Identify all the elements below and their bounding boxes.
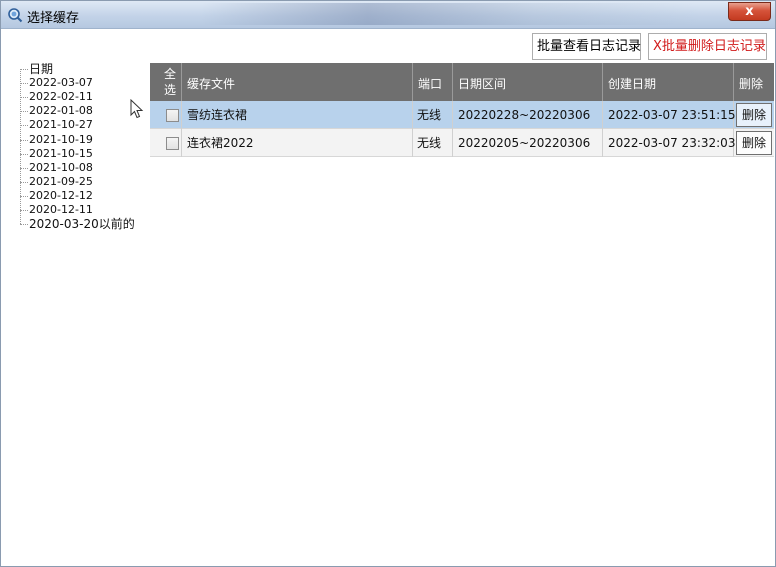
file-header-label: 缓存文件 <box>187 77 236 91</box>
tree-item[interactable]: 2020-12-12 <box>16 189 146 203</box>
date-tree: 日期 2022-03-07 2022-02-11 2022-01-08 2021… <box>16 62 146 232</box>
tree-item-label: 2022-02-11 <box>29 90 93 104</box>
range-cell: 20220228~20220306 <box>453 101 603 129</box>
table-row[interactable]: 连衣裙2022 无线 20220205~20220306 2022-03-07 … <box>150 129 774 157</box>
title-bar-background <box>201 3 701 25</box>
tree-branch <box>20 111 28 113</box>
row-check-cell <box>157 101 182 129</box>
batch-view-log-button[interactable]: 批量查看日志记录 <box>532 33 641 60</box>
tree-branch <box>20 97 28 99</box>
magnifier-icon <box>8 8 23 23</box>
range-column-header[interactable]: 日期区间 <box>453 63 603 101</box>
tree-item[interactable]: 2021-10-15 <box>16 147 146 161</box>
tree-item-label: 2020-12-11 <box>29 203 93 217</box>
title-bar[interactable]: 选择缓存 x <box>1 1 775 29</box>
tree-item-label: 2020-12-12 <box>29 189 93 203</box>
tree-item-label: 2020-03-20以前的 <box>29 217 135 232</box>
tree-item[interactable]: 2020-12-11 <box>16 203 146 217</box>
row-checkbox[interactable] <box>166 137 179 150</box>
tree-item-label: 2021-09-25 <box>29 174 93 188</box>
port-header-label: 端口 <box>418 77 443 91</box>
tree-branch <box>20 196 28 198</box>
tree-item[interactable]: 2022-02-11 <box>16 90 146 104</box>
tree-branch <box>20 139 28 141</box>
tree-item[interactable]: 2021-10-19 <box>16 133 146 147</box>
close-icon: x <box>745 4 754 19</box>
batch-delete-log-button[interactable]: X批量删除日志记录 <box>648 33 767 60</box>
tree-item[interactable]: 2022-03-07 <box>16 76 146 90</box>
row-delete-button[interactable]: 删除 <box>736 131 772 155</box>
tree-item-label: 2022-01-08 <box>29 104 93 118</box>
cache-file-grid: 全选 缓存文件 端口 日期区间 创建日期 删除 雪纺连衣裙 无线 2022022… <box>150 63 774 157</box>
close-button[interactable]: x <box>728 2 771 21</box>
tree-branch <box>20 153 28 155</box>
tree-branch <box>20 167 28 169</box>
tree-item[interactable]: 2021-10-27 <box>16 118 146 132</box>
row-delete-button[interactable]: 删除 <box>736 103 772 127</box>
tree-branch <box>20 125 28 127</box>
created-cell: 2022-03-07 23:32:03 <box>603 129 735 157</box>
range-cell: 20220205~20220306 <box>453 129 603 157</box>
tree-item[interactable]: 2021-09-25 <box>16 175 146 189</box>
port-cell: 无线 <box>413 129 453 157</box>
delete-cell: 删除 <box>734 129 774 157</box>
tree-root-label: 日期 <box>29 62 54 76</box>
created-header-label: 创建日期 <box>608 77 657 91</box>
tree-item-label: 2021-10-15 <box>29 146 93 160</box>
tree-branch <box>20 69 28 70</box>
file-cell: 雪纺连衣裙 <box>182 101 413 129</box>
tree-item-label: 2021-10-19 <box>29 132 93 146</box>
delete-header-label: 删除 <box>739 77 764 91</box>
window-title: 选择缓存 <box>27 11 80 26</box>
tree-item-label: 2021-10-27 <box>29 118 93 132</box>
file-cell: 连衣裙2022 <box>182 129 413 157</box>
tree-item-label: 2022-03-07 <box>29 76 93 89</box>
delete-column-header[interactable]: 删除 <box>734 63 774 101</box>
select-all-header[interactable]: 全选 <box>157 63 182 101</box>
port-cell: 无线 <box>413 101 453 129</box>
select-all-label: 全选 <box>163 67 176 97</box>
file-column-header[interactable]: 缓存文件 <box>182 63 413 101</box>
table-row[interactable]: 雪纺连衣裙 无线 20220228~20220306 2022-03-07 23… <box>150 101 774 129</box>
mouse-pointer-icon <box>130 99 144 119</box>
created-column-header[interactable]: 创建日期 <box>603 63 734 101</box>
tree-branch <box>20 224 28 226</box>
tree-branch <box>20 83 28 84</box>
tree-item[interactable]: 2020-03-20以前的 <box>16 217 146 231</box>
port-column-header[interactable]: 端口 <box>413 63 453 101</box>
tree-branch <box>20 210 28 212</box>
client-area: 批量查看日志记录 X批量删除日志记录 日期 2022-03-07 2022-02… <box>2 30 774 566</box>
row-check-cell <box>157 129 182 157</box>
created-cell: 2022-03-07 23:51:15 <box>603 101 735 129</box>
tree-item[interactable]: 2022-01-08 <box>16 104 146 118</box>
tree-item[interactable]: 2021-10-08 <box>16 161 146 175</box>
range-header-label: 日期区间 <box>458 77 507 91</box>
tree-root[interactable]: 日期 <box>16 62 146 76</box>
row-checkbox[interactable] <box>166 109 179 122</box>
tree-branch <box>20 181 28 183</box>
cache-select-window: 选择缓存 x 批量查看日志记录 X批量删除日志记录 日期 2022-03-07 … <box>0 0 776 567</box>
grid-header: 全选 缓存文件 端口 日期区间 创建日期 删除 <box>150 63 774 101</box>
delete-cell: 删除 <box>734 101 774 129</box>
tree-item-label: 2021-10-08 <box>29 160 93 174</box>
